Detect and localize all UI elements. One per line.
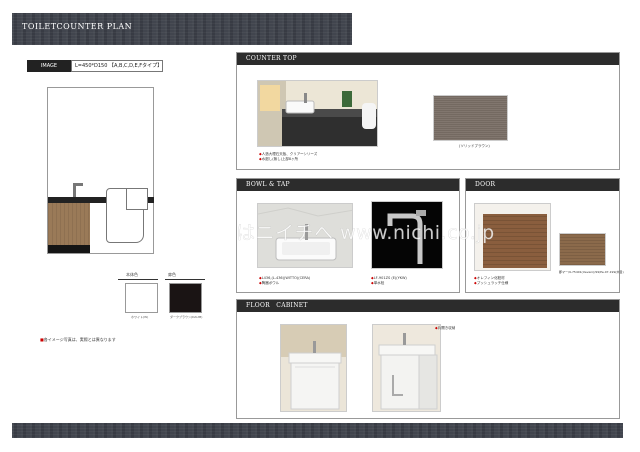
image-spec: L=450*D150 【A,B,C,D,E,Fタイプ】: [71, 60, 163, 72]
divider: [165, 279, 205, 280]
cabinet-open-graphic: [373, 325, 440, 411]
counter-photo-graphic: [258, 81, 377, 146]
door-sample-photo: [559, 233, 606, 266]
elevation-drawing: [47, 87, 154, 254]
cabinet-caption: ◆片開き収納: [435, 326, 456, 330]
section-floor-cabinet: FLOOR CABINET ◆片開き収納: [236, 299, 620, 419]
section-title: FLOOR CABINET: [237, 300, 619, 312]
watermark: はニイチへ www.nichi.co.jp: [236, 222, 495, 244]
door-caption-2: ◆プッシュラッチ仕様: [474, 281, 509, 285]
counter-material-caption: (ソリッドブラウン): [459, 144, 490, 148]
page-title: TOILETCOUNTER PLAN: [22, 22, 133, 31]
faucet-stem-drawing: [73, 184, 76, 197]
divider: [118, 279, 158, 280]
swatch-door-color: [169, 283, 202, 313]
swatch-caption-door: ダークブラウン(DAUM): [170, 315, 203, 319]
footer-bar: [12, 423, 623, 438]
cabinet-closed-graphic: [281, 325, 346, 411]
swatch-label-door: 扉色: [168, 272, 176, 277]
section-counter-top: COUNTER TOP ◆人造大理石天板、クリアーシリーズ ◆水廻し(無し)上部…: [236, 52, 620, 170]
counter-top-photo: [257, 80, 378, 147]
section-title: DOOR: [466, 179, 619, 191]
section-title: COUNTER TOP: [237, 53, 619, 65]
door-sample-caption: 郡マー/9-75401(Ueveni)/99/Pe-07-199(木目): [559, 270, 624, 274]
cabinet-drawing: [48, 203, 90, 246]
image-label: IMAGE: [27, 60, 71, 72]
cabinet-base-drawing: [48, 245, 90, 253]
toilet-tank-drawing: [126, 188, 148, 210]
counter-caption-2: ◆水廻し(無し)上部8ヶ所: [259, 157, 299, 161]
swatch-caption-body: ホワイト(W): [131, 315, 149, 319]
swatch-body-color: [125, 283, 158, 313]
note-text: 各イメージ写真は、実際とは異なります: [43, 337, 116, 342]
note: ■各イメージ写真は、実際とは異なります: [40, 337, 116, 343]
bowl-caption-2: ◆陶器ボウル: [259, 281, 280, 285]
tap-caption-2: ◆単水栓: [371, 281, 385, 285]
cabinet-open-photo: [372, 324, 441, 412]
section-title: BOWL & TAP: [237, 179, 459, 191]
cabinet-closed-photo: [280, 324, 347, 412]
swatch-label-body: 本体色: [126, 272, 138, 277]
counter-material-photo: [433, 95, 508, 141]
